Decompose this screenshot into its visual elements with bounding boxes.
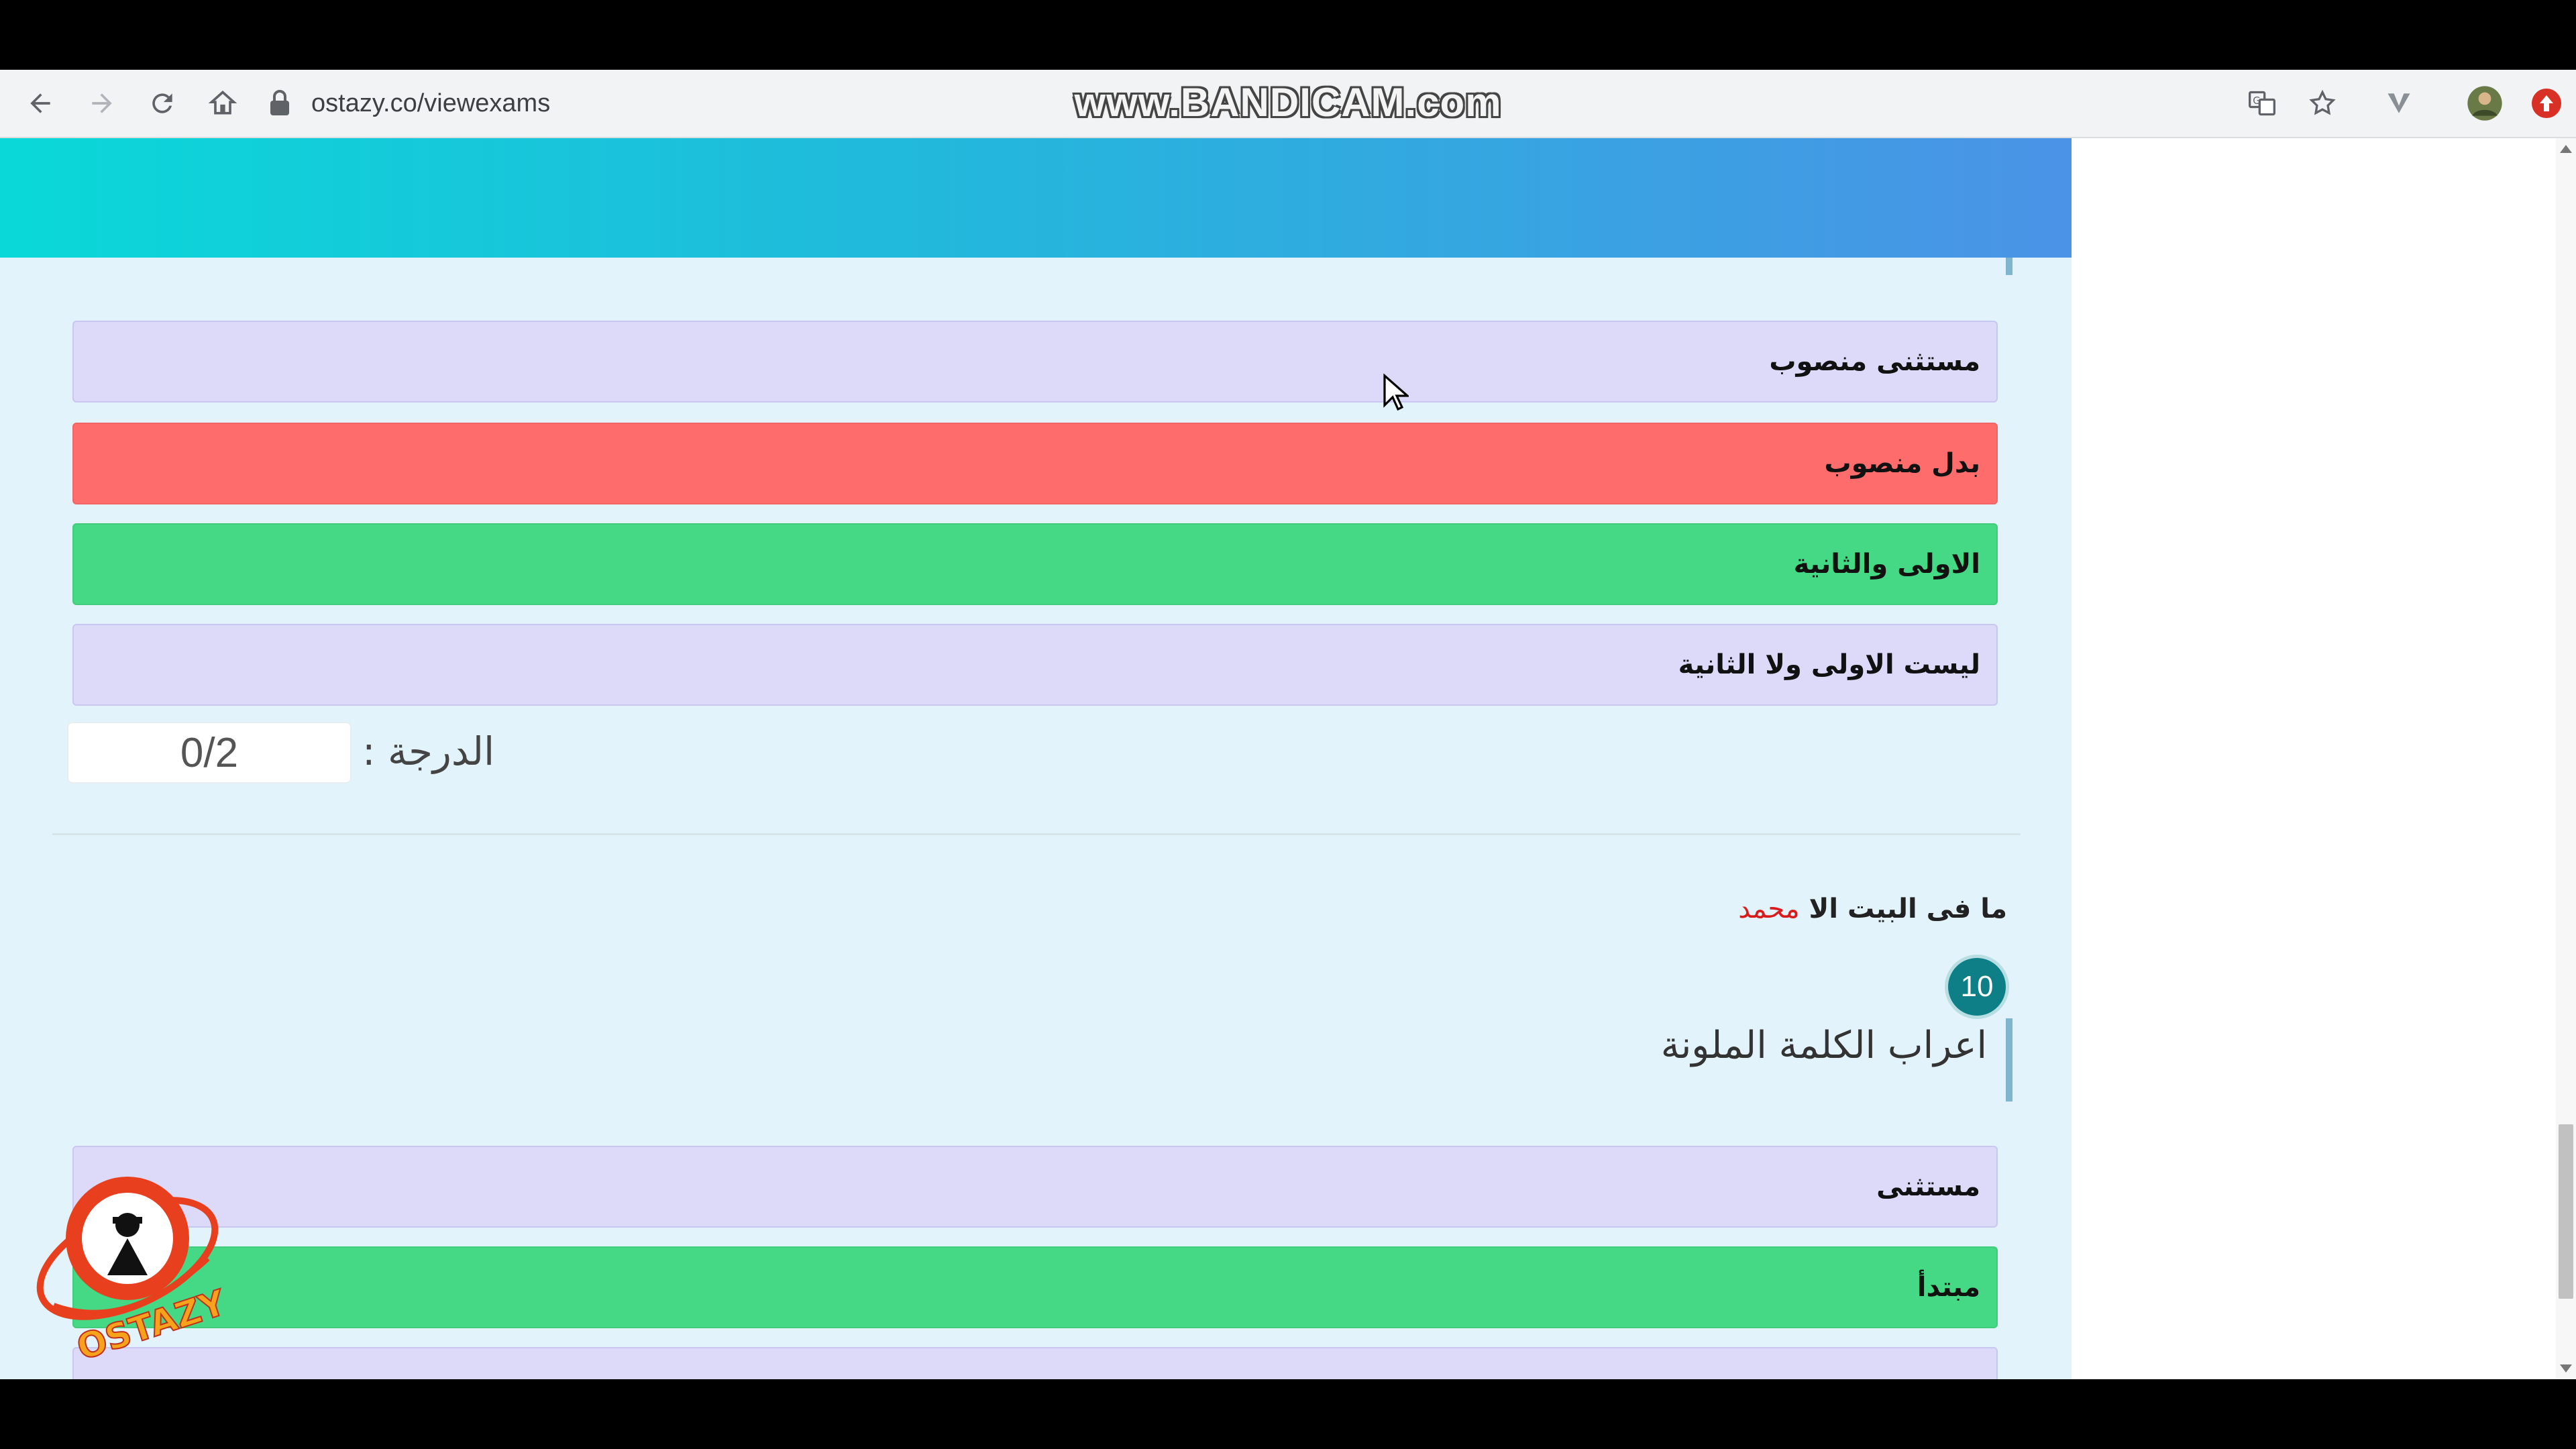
reload-button[interactable]: [144, 85, 181, 122]
vertical-scrollbar[interactable]: [2556, 138, 2576, 1379]
forward-arrow-icon: [92, 93, 112, 113]
scroll-up-arrow-icon[interactable]: [2560, 145, 2572, 153]
q9-option-4[interactable]: ليست الاولى ولا الثانية: [72, 624, 1998, 706]
q10-number-badge: 10: [1948, 958, 2006, 1016]
lock-icon: [270, 90, 289, 115]
scrollbar-thumb[interactable]: [2559, 1124, 2573, 1299]
score-label: الدرجة :: [362, 729, 495, 774]
ostazy-logo: OSTAZY: [36, 1177, 232, 1359]
q10-sentence: ما فى البيت الا محمد: [1738, 894, 2007, 924]
svg-text:G: G: [2253, 95, 2260, 107]
q9-option-1[interactable]: مستثنى منصوب: [72, 321, 1998, 402]
exam-page: مستثنى منصوب بدل منصوب الاولى والثانية ل…: [0, 138, 2072, 1379]
profile-avatar[interactable]: [2466, 85, 2504, 122]
v-extension-icon: [2387, 93, 2410, 113]
back-arrow-icon: [30, 93, 50, 113]
mouse-cursor-icon: [1383, 373, 1409, 411]
scroll-down-arrow-icon[interactable]: [2560, 1364, 2572, 1373]
q10-accent-bar: [2006, 1018, 2012, 1102]
reload-icon: [152, 93, 172, 113]
q10-option-1[interactable]: مستثنى: [72, 1146, 1998, 1228]
update-alert-button[interactable]: [2528, 85, 2565, 122]
q10-highlight-word: محمد: [1738, 894, 1800, 924]
extension-button[interactable]: [2380, 85, 2418, 122]
q9-option-3-label: الاولى والثانية: [1793, 549, 1980, 580]
q9-option-3-correct[interactable]: الاولى والثانية: [72, 523, 1998, 605]
translate-icon: G: [2249, 91, 2275, 116]
q9-option-2-label: بدل منصوب: [1824, 448, 1980, 479]
translate-button[interactable]: G: [2243, 85, 2281, 122]
recording-letterbox-top: [0, 0, 2576, 70]
question-divider: [52, 833, 2021, 835]
alert-icon: [2532, 89, 2561, 118]
home-button[interactable]: [204, 85, 241, 122]
score-value: 0/2: [67, 722, 352, 784]
question-accent-bar: [2006, 258, 2012, 275]
header-banner: [0, 138, 2072, 258]
q10-title: اعراب الكلمة الملونة: [1660, 1024, 1987, 1067]
bookmark-star-button[interactable]: [2304, 85, 2341, 122]
q9-option-1-label: مستثنى منصوب: [1769, 346, 1980, 377]
browser-viewport: مستثنى منصوب بدل منصوب الاولى والثانية ل…: [0, 138, 2576, 1379]
q10-sentence-text: ما فى البيت الا: [1809, 894, 2007, 924]
forward-button[interactable]: [83, 85, 121, 122]
avatar-icon: [2467, 86, 2502, 121]
q10-option-3[interactable]: [72, 1347, 1998, 1379]
recording-watermark: www.BANDICAM.com: [1074, 79, 1502, 125]
recording-letterbox-bottom: [0, 1379, 2576, 1449]
q10-option-2-label: مبتدأ: [1917, 1272, 1980, 1303]
back-button[interactable]: [21, 85, 59, 122]
q9-option-4-label: ليست الاولى ولا الثانية: [1678, 649, 1980, 680]
star-icon: [2309, 89, 2336, 115]
url-text: ostazy.co/viewexams: [311, 89, 551, 117]
q10-option-1-label: مستثنى: [1876, 1171, 1980, 1202]
q10-option-2-correct[interactable]: مبتدأ: [72, 1246, 1998, 1328]
q9-option-2-wrong[interactable]: بدل منصوب: [72, 423, 1998, 504]
home-icon: [208, 91, 237, 115]
